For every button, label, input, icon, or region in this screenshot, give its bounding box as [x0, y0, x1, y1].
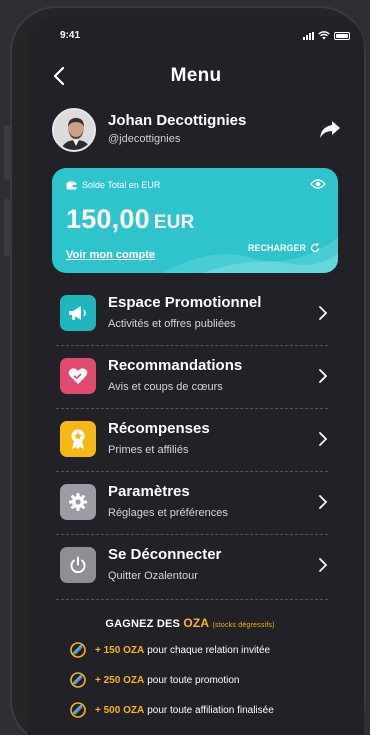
- menu-item-se-deconnecter[interactable]: Se Déconnecter Quitter Ozalentour: [52, 535, 328, 599]
- menu-list: Espace Promotionnel Activités et offres …: [52, 283, 328, 600]
- oza-coin-icon: [70, 702, 86, 718]
- menu-item-subtitle: Quitter Ozalentour: [108, 570, 198, 582]
- profile-handle: @jdecottignies: [108, 133, 181, 145]
- rewards-amount: + 250 OZA: [95, 674, 145, 686]
- profile-name: Johan Decottignies: [108, 112, 247, 129]
- header: Menu: [28, 62, 364, 92]
- oza-coin-icon: [70, 672, 86, 688]
- rewards-row: + 250 OZA pour toute promotion: [52, 666, 328, 694]
- recharge-label: RECHARGER: [247, 243, 306, 253]
- rewards-amount: + 150 OZA: [95, 644, 145, 656]
- rewards-title: GAGNEZ DES OZA (stocks dégressifs): [52, 616, 328, 630]
- phone-screen: 9:41 Menu Johan Decottignies @jdecottign…: [28, 16, 364, 735]
- rewards-title-oza: OZA: [183, 616, 210, 630]
- battery-icon: [334, 31, 350, 40]
- share-arrow-icon[interactable]: [318, 118, 342, 140]
- rewards-text: pour toute affiliation finalisée: [147, 704, 274, 716]
- avatar[interactable]: [52, 108, 96, 152]
- menu-item-title: Récompenses: [108, 420, 210, 437]
- chevron-right-icon: [319, 432, 328, 446]
- menu-item-title: Recommandations: [108, 357, 243, 374]
- menu-item-subtitle: Primes et affiliés: [108, 444, 189, 456]
- rewards-text: pour chaque relation invitée: [147, 644, 271, 656]
- profile-section: Johan Decottignies @jdecottignies: [52, 108, 342, 154]
- menu-item-parametres[interactable]: Paramètres Réglages et préférences: [52, 472, 328, 534]
- refresh-icon: [310, 243, 320, 253]
- menu-item-recommandations[interactable]: Recommandations Avis et coups de cœurs: [52, 346, 328, 408]
- view-account-link[interactable]: Voir mon compte: [66, 249, 155, 261]
- oza-coin-icon: [70, 642, 86, 658]
- menu-item-title: Paramètres: [108, 483, 190, 500]
- power-icon: [60, 547, 96, 583]
- megaphone-icon: [60, 295, 96, 331]
- wallet-card: Solde Total en EUR 150,00 EUR Voir mon co…: [52, 168, 338, 273]
- gear-icon: [60, 484, 96, 520]
- status-icons: [303, 31, 350, 40]
- wallet-icon: [66, 180, 77, 189]
- wifi-icon: [318, 31, 330, 40]
- signal-icon: [303, 31, 314, 40]
- chevron-right-icon: [319, 558, 328, 572]
- recharge-button[interactable]: RECHARGER: [248, 243, 320, 253]
- volume-down-button: [4, 198, 10, 256]
- rewards-row: + 500 OZA pour toute affiliation finalis…: [52, 696, 328, 724]
- page-title: Menu: [170, 65, 222, 86]
- heart-hand-icon: [60, 358, 96, 394]
- menu-divider: [56, 599, 328, 600]
- wallet-amount: 150,00 EUR: [66, 204, 195, 235]
- rewards-row: + 150 OZA pour chaque relation invitée: [52, 636, 328, 664]
- menu-item-title: Espace Promotionnel: [108, 294, 262, 311]
- rewards-section: GAGNEZ DES OZA (stocks dégressifs) + 150…: [52, 616, 328, 724]
- rewards-title-prefix: GAGNEZ DES: [105, 618, 181, 630]
- chevron-right-icon: [319, 306, 328, 320]
- status-bar: 9:41: [28, 30, 364, 44]
- menu-item-subtitle: Réglages et préférences: [108, 507, 228, 519]
- volume-up-button: [4, 125, 10, 180]
- medal-icon: [60, 421, 96, 457]
- rewards-amount: + 500 OZA: [95, 704, 145, 716]
- menu-item-espace-promotionnel[interactable]: Espace Promotionnel Activités et offres …: [52, 283, 328, 345]
- menu-item-subtitle: Avis et coups de cœurs: [108, 381, 223, 393]
- wallet-label: Solde Total en EUR: [66, 180, 160, 190]
- wallet-currency: EUR: [153, 212, 195, 233]
- rewards-text: pour toute promotion: [147, 674, 240, 686]
- wallet-amount-value: 150,00: [66, 204, 150, 234]
- wallet-label-text: Solde Total en EUR: [82, 180, 161, 190]
- chevron-right-icon: [319, 369, 328, 383]
- rewards-title-note: (stocks dégressifs): [212, 622, 275, 629]
- eye-icon[interactable]: [310, 178, 326, 190]
- chevron-right-icon: [319, 495, 328, 509]
- menu-item-subtitle: Activités et offres publiées: [108, 318, 236, 330]
- menu-item-title: Se Déconnecter: [108, 546, 222, 563]
- status-time: 9:41: [60, 30, 81, 41]
- menu-item-recompenses[interactable]: Récompenses Primes et affiliés: [52, 409, 328, 471]
